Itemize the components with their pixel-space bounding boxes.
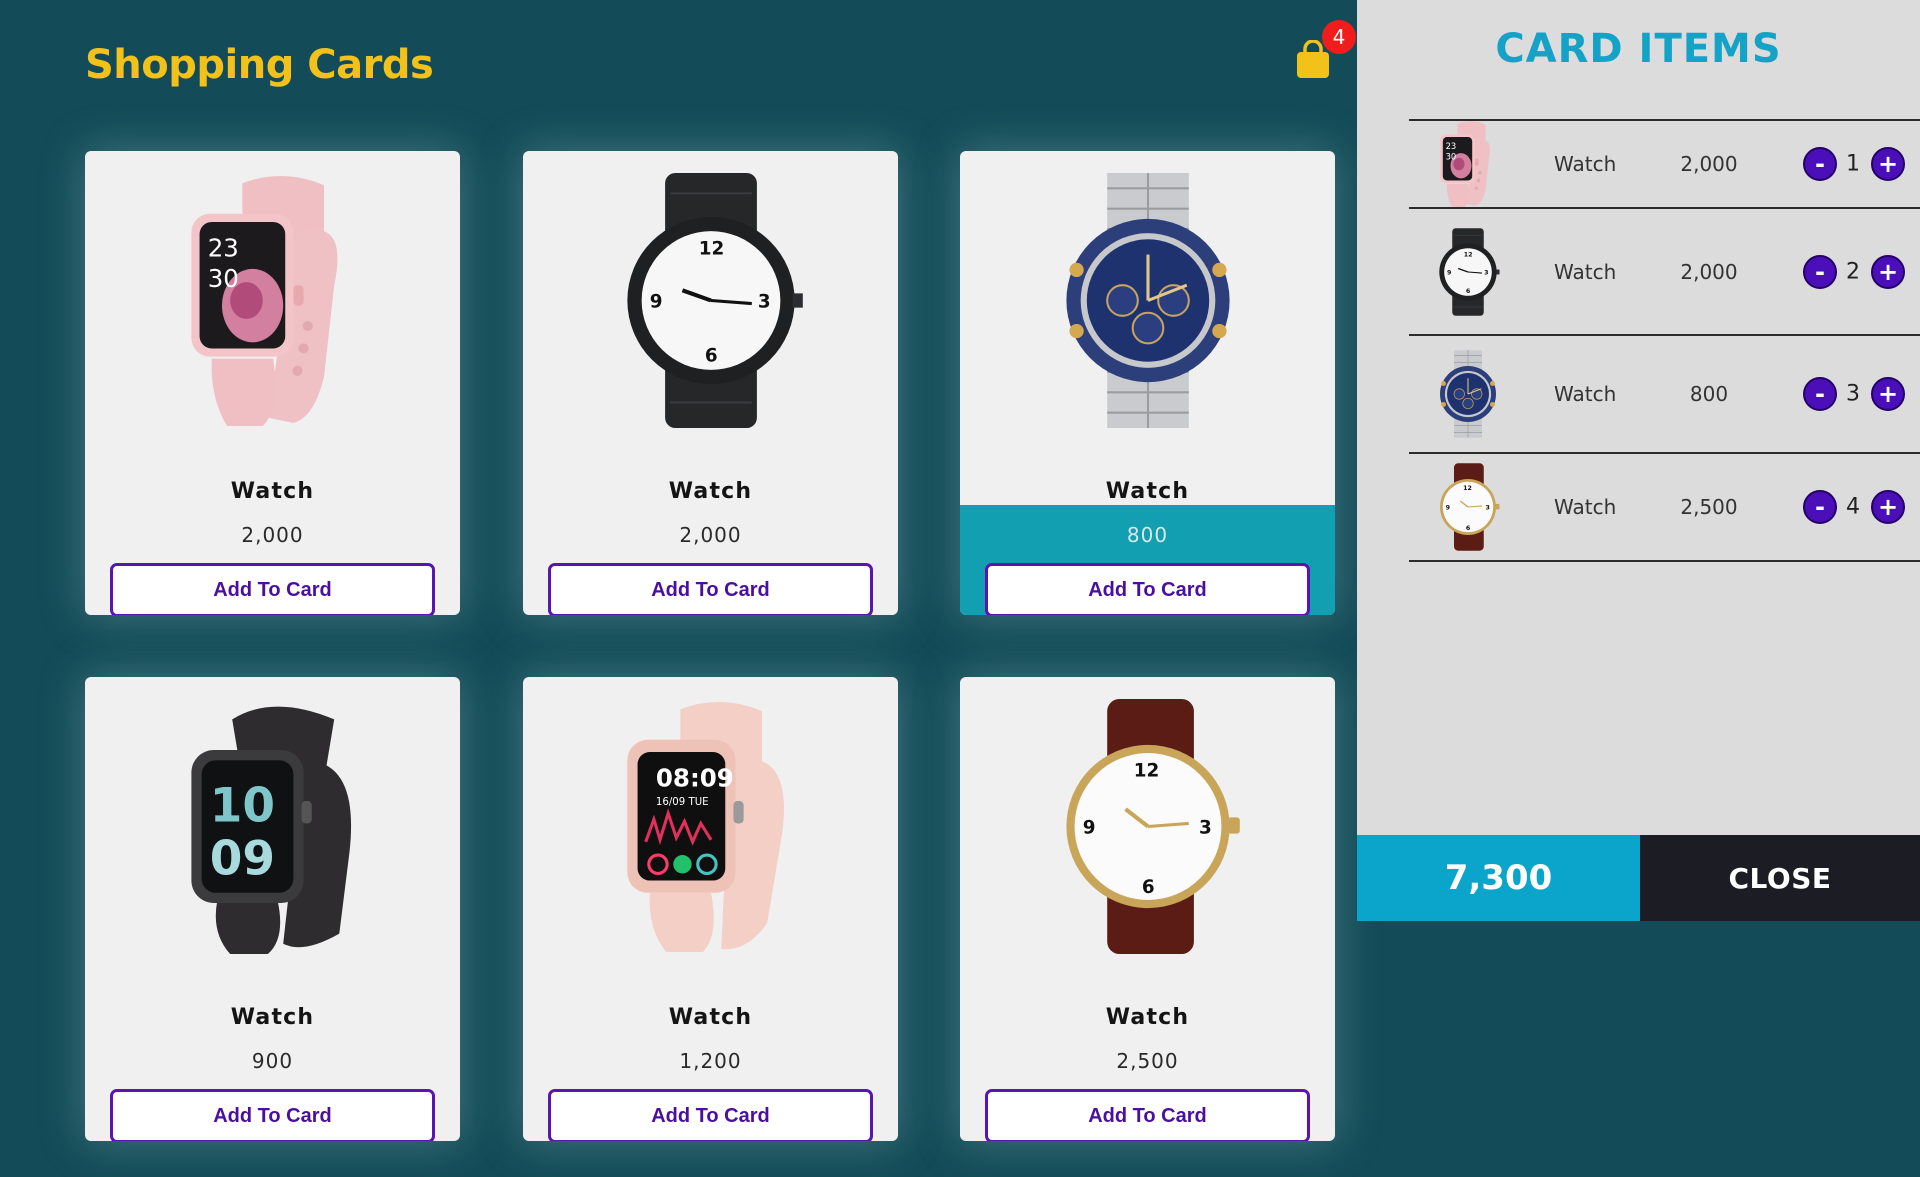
cart-item: Watch 2,000 - 1 +: [1409, 119, 1920, 207]
decrease-quantity-button[interactable]: -: [1803, 254, 1837, 289]
product-price: 2,000: [679, 523, 742, 547]
product-price: 2,500: [1116, 1049, 1179, 1073]
product-card: Watch 2,000 Add To Card: [523, 151, 898, 615]
product-card: Watch 800 Add To Card: [960, 151, 1335, 615]
product-price: 900: [251, 1049, 294, 1073]
cart-item-name: Watch: [1554, 152, 1617, 176]
cart-item: Watch 2,000 - 2 +: [1409, 207, 1920, 334]
cart-item-quantity: 4: [1846, 494, 1860, 520]
add-to-cart-button[interactable]: Add To Card: [110, 563, 435, 615]
cart-item-price: 800: [1689, 382, 1729, 406]
product-price: 2,000: [241, 523, 304, 547]
cart-item: Watch 2,500 - 4 +: [1409, 452, 1920, 562]
cart-item-quantity: 1: [1846, 151, 1860, 177]
product-card: Watch 2,500 Add To Card: [960, 677, 1335, 1141]
cart-item-name: Watch: [1554, 495, 1617, 519]
close-cart-button[interactable]: CLOSE: [1640, 835, 1920, 921]
product-price: 800: [1126, 523, 1169, 547]
add-to-cart-button[interactable]: Add To Card: [985, 563, 1310, 615]
cart-item-thumbnail: [1433, 224, 1503, 320]
product-image: [85, 699, 460, 954]
add-to-cart-button[interactable]: Add To Card: [548, 1089, 873, 1141]
cart-item-name: Watch: [1554, 382, 1617, 406]
decrease-quantity-button[interactable]: -: [1803, 490, 1837, 524]
increase-quantity-button[interactable]: +: [1871, 490, 1905, 524]
cart-panel: CARD ITEMS Watch 2,000 - 1 + Watch 2,000…: [1357, 0, 1920, 921]
decrease-quantity-button[interactable]: -: [1803, 147, 1837, 181]
add-to-cart-button[interactable]: Add To Card: [985, 1089, 1310, 1141]
increase-quantity-button[interactable]: +: [1871, 147, 1905, 181]
product-card: Watch 1,200 Add To Card: [523, 677, 898, 1141]
product-name: Watch: [230, 1005, 315, 1030]
product-image: [85, 173, 460, 428]
cart-item-thumbnail: [1433, 459, 1503, 555]
product-name: Watch: [1105, 479, 1190, 504]
add-to-cart-button[interactable]: Add To Card: [548, 563, 873, 615]
product-image: [960, 699, 1335, 954]
product-image: [523, 699, 898, 954]
product-name: Watch: [230, 479, 315, 504]
cart-item-quantity: 2: [1846, 259, 1860, 284]
page-title: Shopping Cards: [85, 42, 434, 88]
decrease-quantity-button[interactable]: -: [1803, 377, 1837, 411]
increase-quantity-button[interactable]: +: [1871, 254, 1905, 289]
add-to-cart-button[interactable]: Add To Card: [110, 1089, 435, 1141]
product-price: 1,200: [679, 1049, 742, 1073]
cart-total: 7,300: [1357, 835, 1640, 921]
cart-item-name: Watch: [1554, 259, 1617, 284]
increase-quantity-button[interactable]: +: [1871, 377, 1905, 411]
cart-item-price: 2,000: [1680, 259, 1738, 284]
product-image: [960, 173, 1335, 428]
cart-item-thumbnail: [1433, 116, 1503, 212]
product-name: Watch: [1105, 1005, 1190, 1030]
cart-item-thumbnail: [1433, 346, 1503, 442]
cart-panel-title: CARD ITEMS: [1495, 26, 1782, 72]
product-name: Watch: [668, 1005, 753, 1030]
product-name: Watch: [668, 479, 753, 504]
cart-item-price: 2,000: [1680, 152, 1738, 176]
cart-item: Watch 800 - 3 +: [1409, 334, 1920, 452]
cart-count-badge: 4: [1322, 20, 1356, 54]
product-card: Watch 900 Add To Card: [85, 677, 460, 1141]
product-card: Watch 2,000 Add To Card: [85, 151, 460, 615]
cart-item-price: 2,500: [1680, 495, 1738, 519]
product-image: [523, 173, 898, 428]
cart-item-quantity: 3: [1846, 381, 1860, 407]
